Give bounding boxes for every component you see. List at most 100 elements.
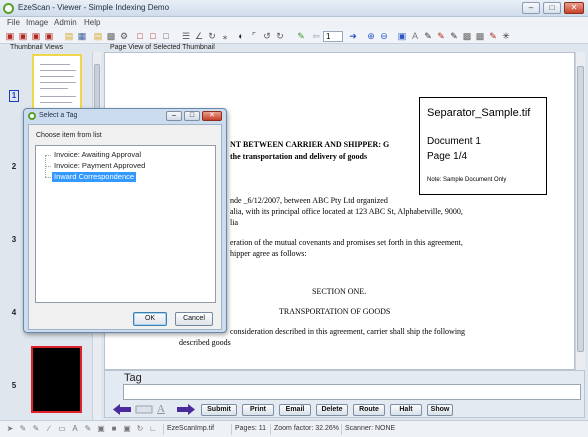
- status-bar: ➤ ✎ ✎ ∕ ▭ A ✎ ▣ ■ ▣ ↻ ∟ EzeScanImp.tif P…: [0, 420, 588, 437]
- dialog-prompt: Choose item from list: [36, 132, 102, 139]
- export-icon[interactable]: ✎: [488, 31, 498, 41]
- pencil-tool-icon[interactable]: ✎: [32, 425, 40, 433]
- mask-tool-icon[interactable]: ▣: [123, 425, 131, 433]
- tag-tree-list[interactable]: Invoice: Awaiting Approval Invoice: Paym…: [35, 145, 216, 303]
- border-icon[interactable]: ⌜: [249, 31, 259, 41]
- page-split-icon[interactable]: □: [148, 31, 158, 41]
- save-icon[interactable]: ▦: [77, 31, 87, 41]
- thumbnail-5[interactable]: [31, 346, 82, 413]
- page-scroll-grip[interactable]: [577, 66, 584, 352]
- menu-help[interactable]: Help: [84, 18, 100, 27]
- submit-button[interactable]: Submit: [201, 404, 237, 416]
- rotate-icon[interactable]: ↻: [207, 31, 217, 41]
- status-zoom: Zoom factor: 32.26%: [270, 424, 342, 435]
- tag-input[interactable]: [123, 384, 581, 400]
- minimize-button[interactable]: –: [522, 2, 540, 14]
- separator-line-icon[interactable]: [135, 404, 153, 415]
- dialog-maximize-button[interactable]: □: [184, 111, 200, 121]
- scan-duplex-icon[interactable]: ▣: [31, 31, 41, 41]
- stamp-tool-icon[interactable]: ▣: [97, 425, 105, 433]
- brightness-icon[interactable]: ✳: [501, 31, 511, 41]
- highlighter-tool-icon[interactable]: ✎: [84, 425, 92, 433]
- ocr-icon[interactable]: A: [410, 31, 420, 41]
- page-copy-icon[interactable]: □: [161, 31, 171, 41]
- cancel-button[interactable]: Cancel: [175, 312, 213, 326]
- scan-batch-icon[interactable]: ▣: [18, 31, 28, 41]
- show-button[interactable]: Show: [427, 404, 453, 416]
- tag-item-payment-approved[interactable]: Invoice: Payment Approved: [52, 161, 147, 171]
- close-button[interactable]: ✕: [564, 2, 584, 14]
- doc-body-line6: consideration described in this agreemen…: [230, 327, 466, 336]
- doc-body-line7: described goods: [179, 338, 231, 347]
- rotate-left-icon[interactable]: ↺: [262, 31, 272, 41]
- tag-panel: Tag A Submit Print Email Delete Route Ha…: [104, 370, 585, 418]
- pen-tool-icon[interactable]: ✎: [19, 425, 27, 433]
- page-scrollbar[interactable]: [575, 52, 585, 370]
- tree-connector: [45, 155, 51, 156]
- highlight-icon[interactable]: ✎: [296, 31, 306, 41]
- annotate-icon[interactable]: ✎: [449, 31, 459, 41]
- marker-icon[interactable]: ✎: [423, 31, 433, 41]
- scan-icon[interactable]: ▣: [5, 31, 15, 41]
- thumbnail-number-3[interactable]: 3: [9, 235, 19, 244]
- note-icon[interactable]: ▩: [462, 31, 472, 41]
- menu-admin[interactable]: Admin: [54, 18, 77, 27]
- import-icon[interactable]: ▤: [93, 31, 103, 41]
- next-page-icon[interactable]: ➜: [348, 31, 358, 41]
- contrast-icon[interactable]: ◐: [236, 31, 246, 41]
- next-document-arrow-icon[interactable]: [177, 404, 195, 415]
- text-tool-icon[interactable]: A: [157, 404, 175, 415]
- scan-settings-icon[interactable]: ▣: [44, 31, 54, 41]
- halt-button[interactable]: Halt: [390, 404, 422, 416]
- thumbnail-number-4[interactable]: 4: [9, 308, 19, 317]
- status-scanner: Scanner: NONE: [341, 424, 398, 435]
- page-insert-icon[interactable]: □: [135, 31, 145, 41]
- zoom-out-icon[interactable]: ⊖: [379, 31, 389, 41]
- maximize-button[interactable]: □: [543, 2, 561, 14]
- angle-tool-icon[interactable]: ∟: [149, 425, 157, 433]
- menu-file[interactable]: File: [7, 18, 20, 27]
- redact-icon[interactable]: ✎: [436, 31, 446, 41]
- stamp-icon[interactable]: ▩: [475, 31, 485, 41]
- rectangle-tool-icon[interactable]: ▭: [58, 425, 66, 433]
- tag-item-awaiting-approval[interactable]: Invoice: Awaiting Approval: [52, 150, 143, 160]
- despeckle-icon[interactable]: ⁎: [220, 31, 230, 41]
- delete-button[interactable]: Delete: [316, 404, 348, 416]
- previous-page-icon[interactable]: ⇦: [311, 31, 321, 41]
- fit-page-icon[interactable]: ▣: [397, 31, 407, 41]
- ok-button[interactable]: OK: [133, 312, 167, 326]
- text-tool-status-icon[interactable]: A: [71, 425, 79, 433]
- route-button[interactable]: Route: [353, 404, 385, 416]
- fill-tool-icon[interactable]: ■: [110, 425, 118, 433]
- previous-document-arrow-icon[interactable]: [113, 404, 131, 415]
- dialog-minimize-button[interactable]: –: [166, 111, 182, 121]
- crop-icon[interactable]: ∠: [194, 31, 204, 41]
- rotate-tool-icon[interactable]: ↻: [136, 425, 144, 433]
- rotate-right-icon[interactable]: ↻: [275, 31, 285, 41]
- thumbnail-number-2[interactable]: 2: [9, 162, 19, 171]
- thumbnail-number-5[interactable]: 5: [9, 381, 19, 390]
- thumbnail-number-1[interactable]: 1: [9, 90, 19, 102]
- open-folder-icon[interactable]: ▤: [64, 31, 74, 41]
- tag-item-inward-correspondence[interactable]: Inward Correspondence: [52, 172, 137, 182]
- page-number-input[interactable]: 1: [323, 31, 343, 42]
- toolbar: ▣ ▣ ▣ ▣ ▤ ▦ ▤ ▩ ⚙ □ □ □ ☰ ∠ ↻ ⁎ ◐ ⌜ ↺ ↻ …: [0, 29, 588, 44]
- print-button[interactable]: Print: [242, 404, 274, 416]
- line-tool-icon[interactable]: ∕: [45, 425, 53, 433]
- doc-section-title: SECTION ONE.: [312, 287, 367, 296]
- dialog-close-button[interactable]: ✕: [202, 111, 222, 121]
- app-logo-icon: [3, 3, 14, 14]
- pointer-tool-icon[interactable]: ➤: [6, 425, 14, 433]
- doc-body-line4: eration of the mutual covenants and prom…: [230, 238, 463, 247]
- print-icon[interactable]: ▩: [106, 31, 116, 41]
- deskew-icon[interactable]: ☰: [181, 31, 191, 41]
- menu-image[interactable]: Image: [26, 18, 48, 27]
- zoom-in-icon[interactable]: ⊕: [366, 31, 376, 41]
- settings-icon[interactable]: ⚙: [119, 31, 129, 41]
- email-button[interactable]: Email: [279, 404, 311, 416]
- dialog-body: Choose item from list Invoice: Awaiting …: [28, 124, 222, 330]
- separator-box: Separator_Sample.tif Document 1 Page 1/4…: [419, 97, 547, 195]
- status-filename: EzeScanImp.tif: [163, 424, 217, 435]
- menu-bar: File Image Admin Help: [0, 17, 588, 29]
- dialog-title: Select a Tag: [39, 112, 78, 119]
